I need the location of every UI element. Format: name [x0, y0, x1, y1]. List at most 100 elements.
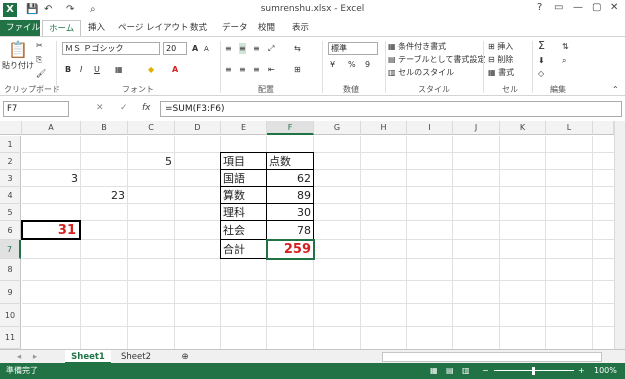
cell-styles-button[interactable]: ▥ セルのスタイル — [388, 67, 454, 78]
column-header-c[interactable]: C — [128, 121, 175, 135]
row-header-6[interactable]: 6 — [0, 221, 21, 240]
italic-button[interactable]: I — [80, 64, 82, 75]
grow-font-button[interactable]: A — [192, 43, 198, 54]
conditional-format-button[interactable]: ▦ 条件付き書式 — [388, 41, 446, 52]
cell-e5[interactable]: 理科 — [223, 204, 245, 221]
cell-f3[interactable]: 62 — [267, 170, 311, 187]
wrap-text-icon[interactable]: ⇆ — [294, 43, 301, 54]
row-header-8[interactable]: 8 — [0, 259, 21, 281]
paste-button[interactable]: 貼り付け — [2, 60, 34, 71]
tab-formulas[interactable]: 数式 — [184, 20, 213, 36]
shrink-font-button[interactable]: A — [204, 44, 209, 55]
font-color-button[interactable]: A — [172, 64, 178, 75]
cell-c2[interactable]: 5 — [128, 153, 172, 170]
help-icon[interactable]: ? — [537, 2, 542, 13]
column-header-f[interactable]: F — [267, 121, 314, 135]
number-format-select[interactable]: 標準 — [328, 42, 378, 55]
vertical-scrollbar[interactable] — [614, 121, 625, 349]
sheet-tab-sheet1[interactable]: Sheet1 — [65, 350, 111, 364]
formula-input[interactable]: =SUM(F3:F6) — [160, 101, 622, 117]
row-header-10[interactable]: 10 — [0, 304, 21, 327]
format-painter-icon[interactable]: 🖌 — [36, 68, 46, 79]
column-header-d[interactable]: D — [175, 121, 221, 135]
row-header-3[interactable]: 3 — [0, 170, 21, 187]
column-header-g[interactable]: G — [314, 121, 361, 135]
cut-icon[interactable]: ✂ — [36, 40, 43, 51]
name-box[interactable]: F7 — [3, 101, 69, 117]
insert-cells-button[interactable]: ⊞ 挿入 — [488, 41, 513, 52]
fill-color-icon[interactable]: ◆ — [148, 64, 154, 75]
next-sheet-icon[interactable]: ▸ — [30, 350, 40, 364]
align-right-icon[interactable]: ≡ — [253, 64, 260, 75]
page-layout-view-icon[interactable]: ▤ — [446, 363, 454, 379]
tab-data[interactable]: データ — [216, 20, 254, 36]
column-header-h[interactable]: H — [361, 121, 407, 135]
sort-filter-icon[interactable]: ⇅ — [562, 41, 569, 52]
row-header-11[interactable]: 11 — [0, 327, 21, 349]
fill-icon[interactable]: ⬇ — [538, 55, 545, 66]
align-left-icon[interactable]: ≡ — [225, 64, 232, 75]
copy-icon[interactable]: ⎘ — [36, 54, 42, 65]
cell-a3[interactable]: 3 — [22, 170, 78, 187]
cell-b4[interactable]: 23 — [81, 187, 125, 204]
percent-button[interactable]: % — [348, 59, 356, 70]
bold-button[interactable]: B — [65, 64, 71, 75]
normal-view-icon[interactable]: ▦ — [430, 363, 438, 379]
new-sheet-icon[interactable]: ⊕ — [178, 350, 192, 364]
prev-sheet-icon[interactable]: ◂ — [14, 350, 24, 364]
cell-e3[interactable]: 国語 — [223, 170, 245, 187]
worksheet-grid[interactable]: A B C D E F G H I J K L 1 2 3 4 5 6 7 8 … — [0, 121, 614, 349]
column-header-e[interactable]: E — [221, 121, 267, 135]
tab-home[interactable]: ホーム — [42, 20, 82, 36]
cell-e4[interactable]: 算数 — [223, 187, 245, 204]
format-as-table-button[interactable]: ▤ テーブルとして書式設定 — [388, 54, 485, 65]
row-header-5[interactable]: 5 — [0, 204, 21, 221]
close-icon[interactable]: ✕ — [610, 2, 618, 13]
row-header-4[interactable]: 4 — [0, 187, 21, 204]
clear-icon[interactable]: ◇ — [538, 68, 544, 79]
cancel-icon[interactable]: ✕ — [96, 103, 104, 113]
row-header-7[interactable]: 7 — [0, 240, 21, 259]
paste-icon[interactable]: 📋 — [8, 41, 28, 59]
delete-cells-button[interactable]: ⊟ 削除 — [488, 54, 513, 65]
indent-icon[interactable]: ⇤ — [268, 64, 275, 75]
cell-f6[interactable]: 78 — [267, 221, 311, 240]
tab-file[interactable]: ファイル — [0, 20, 40, 36]
insert-function-icon[interactable]: fx — [142, 103, 151, 113]
tab-view[interactable]: 表示 — [286, 20, 315, 36]
cell-f4[interactable]: 89 — [267, 187, 311, 204]
format-cells-button[interactable]: ▦ 書式 — [488, 67, 514, 78]
column-header-a[interactable]: A — [22, 121, 81, 135]
underline-button[interactable]: U — [94, 64, 100, 75]
sheet-tab-sheet2[interactable]: Sheet2 — [113, 350, 159, 364]
zoom-level[interactable]: 100% — [594, 363, 617, 379]
column-header-b[interactable]: B — [81, 121, 128, 135]
cell-a6[interactable]: 31 — [22, 221, 76, 240]
currency-icon[interactable]: ¥ — [330, 59, 335, 70]
select-all-corner[interactable] — [0, 121, 22, 135]
comma-button[interactable]: 9 — [365, 59, 370, 70]
ribbon-display-icon[interactable]: ▭ — [554, 2, 563, 13]
tab-insert[interactable]: 挿入 — [82, 20, 111, 36]
font-size-select[interactable]: 20 — [163, 42, 187, 55]
row-header-1[interactable]: 1 — [0, 136, 21, 153]
minimize-icon[interactable]: — — [573, 2, 583, 13]
zoom-slider-thumb[interactable] — [532, 367, 535, 375]
tab-page-layout[interactable]: ページ レイアウト — [112, 20, 195, 36]
horizontal-scrollbar[interactable] — [382, 352, 602, 362]
page-break-view-icon[interactable]: ▥ — [462, 363, 470, 379]
cell-e7[interactable]: 合計 — [223, 240, 245, 259]
merge-icon[interactable]: ⊞ — [294, 64, 301, 75]
row-header-9[interactable]: 9 — [0, 281, 21, 304]
cell-e2[interactable]: 項目 — [223, 153, 245, 170]
border-icon[interactable]: ▦ — [115, 64, 123, 75]
column-header-k[interactable]: K — [500, 121, 546, 135]
enter-icon[interactable]: ✓ — [120, 103, 128, 113]
font-name-select[interactable]: ＭＳ Ｐゴシック — [62, 42, 160, 55]
align-middle-icon[interactable]: ≡ — [239, 43, 246, 54]
cell-e6[interactable]: 社会 — [223, 221, 245, 240]
column-header-j[interactable]: J — [453, 121, 500, 135]
cell-f2[interactable]: 点数 — [269, 153, 291, 170]
column-header-l[interactable]: L — [546, 121, 593, 135]
tab-review[interactable]: 校閲 — [252, 20, 281, 36]
